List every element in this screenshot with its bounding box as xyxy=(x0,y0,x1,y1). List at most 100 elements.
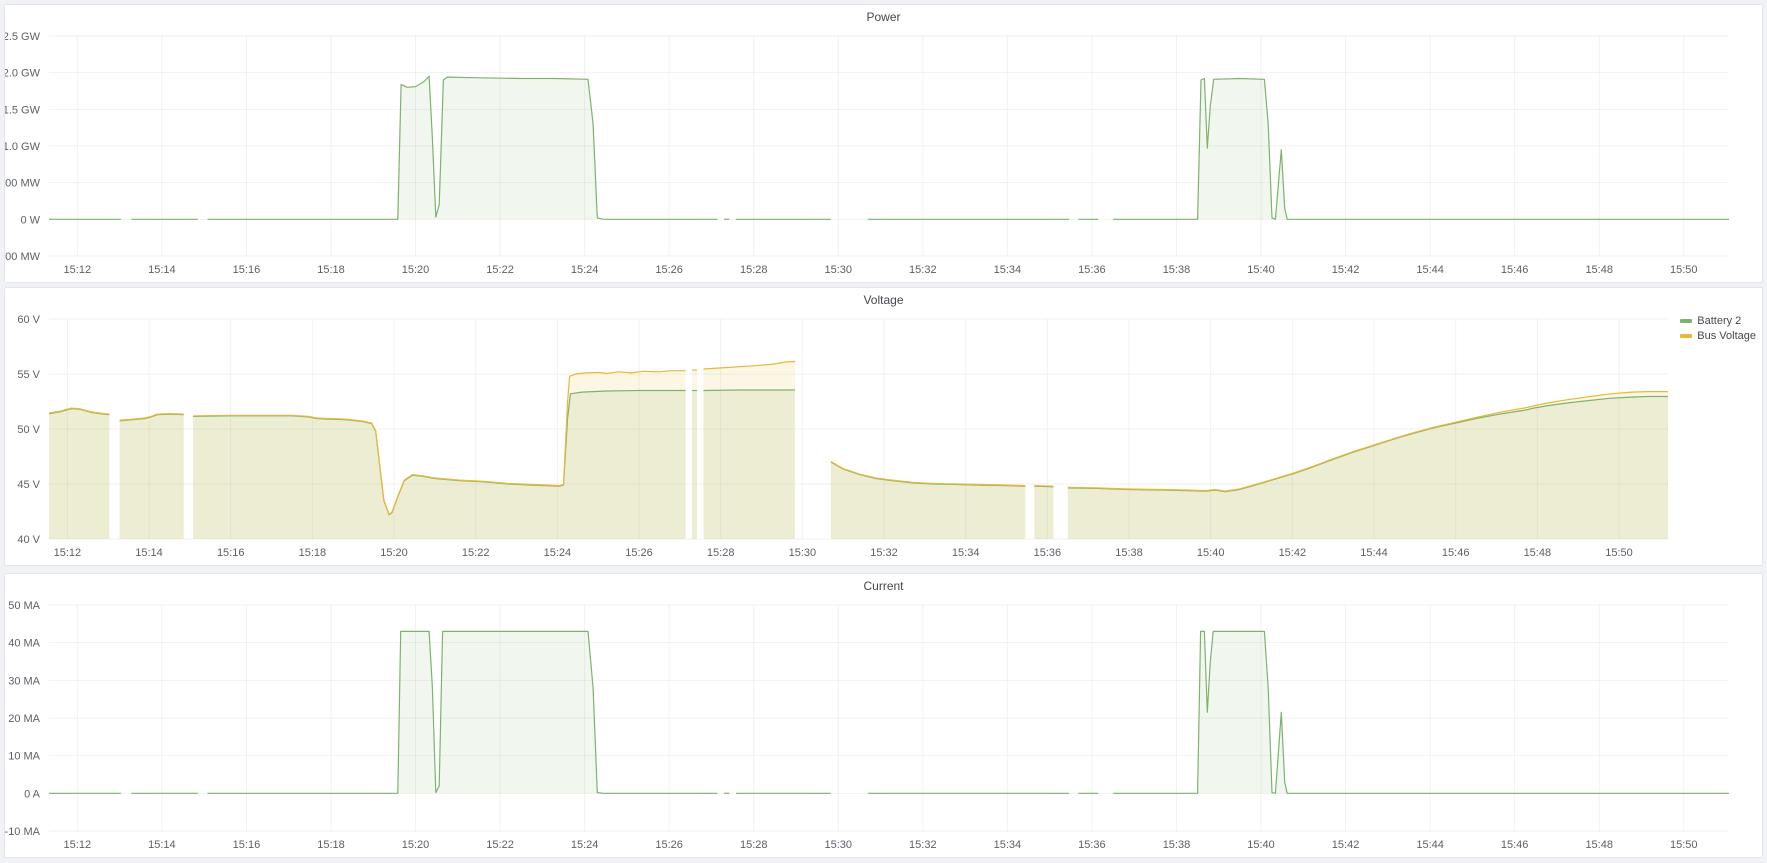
x-tick-label: 15:26 xyxy=(655,264,683,276)
panel-power: Power 2.5 GW2.0 GW1.5 GW1.0 GW500 MW0 W-… xyxy=(4,4,1763,283)
x-tick-label: 15:28 xyxy=(707,547,735,559)
legend-item[interactable]: Battery 2 xyxy=(1680,314,1756,328)
series-line xyxy=(1034,486,1053,487)
current-chart[interactable]: 50 MA40 MA30 MA20 MA10 MA0 A-10 MA15:121… xyxy=(5,598,1762,857)
x-tick-label: 15:12 xyxy=(54,547,82,559)
x-tick-label: 15:16 xyxy=(233,264,261,276)
x-tick-label: 15:40 xyxy=(1247,839,1275,851)
y-tick-label: 55 V xyxy=(17,369,40,381)
x-tick-label: 15:14 xyxy=(135,547,163,559)
series-area xyxy=(831,462,1025,540)
panel-title-current[interactable]: Current xyxy=(5,574,1762,598)
legend-swatch-icon xyxy=(1680,334,1692,338)
series-area xyxy=(120,414,184,539)
legend: Battery 2 Bus Voltage xyxy=(1680,314,1756,343)
x-tick-label: 15:30 xyxy=(789,547,817,559)
x-tick-label: 15:40 xyxy=(1197,547,1225,559)
y-tick-label: 20 MA xyxy=(8,713,40,725)
x-tick-label: 15:34 xyxy=(952,547,980,559)
x-tick-label: 15:44 xyxy=(1360,547,1388,559)
x-tick-label: 15:50 xyxy=(1605,547,1633,559)
x-tick-label: 15:14 xyxy=(148,264,176,276)
power-chart[interactable]: 2.5 GW2.0 GW1.5 GW1.0 GW500 MW0 W-500 MW… xyxy=(5,29,1762,282)
x-tick-label: 15:32 xyxy=(909,839,937,851)
x-tick-label: 15:40 xyxy=(1247,264,1275,276)
panel-current: Current 50 MA40 MA30 MA20 MA10 MA0 A-10 … xyxy=(4,573,1763,858)
legend-label: Battery 2 xyxy=(1697,315,1741,327)
x-tick-label: 15:42 xyxy=(1332,839,1360,851)
legend-label: Bus Voltage xyxy=(1697,330,1756,342)
x-tick-label: 15:20 xyxy=(380,547,408,559)
x-tick-label: 15:46 xyxy=(1501,839,1529,851)
x-tick-label: 15:18 xyxy=(317,839,345,851)
y-tick-label: 500 MW xyxy=(5,178,41,190)
x-tick-label: 15:50 xyxy=(1670,264,1698,276)
x-tick-label: 15:30 xyxy=(825,839,853,851)
voltage-chart[interactable]: 60 V 55 V 50 V 45 V 40 V 15:12 15:14 15:16 15:18… xyxy=(5,312,1762,565)
y-tick-label: 40 MA xyxy=(8,638,40,650)
x-tick-label: 15:12 xyxy=(64,264,92,276)
chart-svg: 50 MA40 MA30 MA20 MA10 MA0 A-10 MA15:121… xyxy=(5,598,1762,857)
x-tick-label: 15:32 xyxy=(909,264,937,276)
legend-swatch-icon xyxy=(1680,319,1692,323)
y-tick-label: -10 MA xyxy=(5,826,41,838)
x-tick-label: 15:22 xyxy=(486,839,514,851)
x-tick-label: 15:24 xyxy=(544,547,572,559)
x-tick-label: 15:48 xyxy=(1585,264,1613,276)
x-tick-label: 15:24 xyxy=(571,264,599,276)
x-tick-label: 15:38 xyxy=(1163,264,1191,276)
x-tick-label: 15:38 xyxy=(1163,839,1191,851)
x-tick-label: 15:16 xyxy=(217,547,245,559)
series-line xyxy=(704,390,796,391)
x-tick-label: 15:22 xyxy=(462,547,490,559)
panel-title-voltage[interactable]: Voltage xyxy=(5,288,1762,312)
x-tick-label: 15:38 xyxy=(1115,547,1143,559)
x-tick-label: 15:18 xyxy=(299,547,327,559)
y-tick-label: 50 V xyxy=(17,424,40,436)
y-tick-label: -500 MW xyxy=(5,251,41,263)
panel-title-power[interactable]: Power xyxy=(5,5,1762,29)
x-tick-label: 15:42 xyxy=(1279,547,1307,559)
series-area xyxy=(193,371,685,539)
y-tick-label: 2.5 GW xyxy=(5,31,41,43)
chart-svg: 60 V 55 V 50 V 45 V 40 V 15:12 15:14 15:16 15:18… xyxy=(5,312,1762,565)
x-tick-label: 15:48 xyxy=(1585,839,1613,851)
x-tick-label: 15:50 xyxy=(1670,839,1698,851)
x-tick-label: 15:32 xyxy=(870,547,898,559)
x-tick-label: 15:34 xyxy=(994,839,1022,851)
y-tick-label: 30 MA xyxy=(8,675,40,687)
x-tick-label: 15:36 xyxy=(1034,547,1062,559)
y-tick-label: 45 V xyxy=(17,479,40,491)
chart-svg: 2.5 GW2.0 GW1.5 GW1.0 GW500 MW0 W-500 MW… xyxy=(5,29,1762,282)
x-tick-label: 15:48 xyxy=(1524,547,1552,559)
x-tick-label: 15:42 xyxy=(1332,264,1360,276)
x-tick-label: 15:36 xyxy=(1078,264,1106,276)
y-tick-label: 60 V xyxy=(17,314,40,326)
x-tick-label: 15:26 xyxy=(655,839,683,851)
x-tick-label: 15:14 xyxy=(148,839,176,851)
x-tick-label: 15:34 xyxy=(994,264,1022,276)
dashboard: Power 2.5 GW2.0 GW1.5 GW1.0 GW500 MW0 W-… xyxy=(0,0,1767,858)
y-tick-label: 40 V xyxy=(17,534,40,546)
y-tick-label: 50 MA xyxy=(8,600,40,612)
x-tick-label: 15:22 xyxy=(486,264,514,276)
x-tick-label: 15:46 xyxy=(1501,264,1529,276)
y-tick-label: 10 MA xyxy=(8,751,40,763)
series-area xyxy=(692,370,697,539)
x-tick-label: 15:18 xyxy=(317,264,345,276)
y-tick-label: 0 W xyxy=(20,214,40,226)
x-tick-label: 15:24 xyxy=(571,839,599,851)
x-tick-label: 15:46 xyxy=(1442,547,1470,559)
x-tick-label: 15:28 xyxy=(740,839,768,851)
panel-voltage: Voltage 60 V 55 V 50 V 45 V 40 V 15:12 15:14 15… xyxy=(4,287,1763,566)
x-tick-label: 15:28 xyxy=(740,264,768,276)
y-tick-label: 2.0 GW xyxy=(5,68,41,80)
series-area xyxy=(1068,392,1668,539)
x-tick-label: 15:36 xyxy=(1078,839,1106,851)
y-tick-label: 1.0 GW xyxy=(5,141,41,153)
legend-item[interactable]: Bus Voltage xyxy=(1680,329,1756,343)
series-area xyxy=(208,631,718,793)
series-area xyxy=(49,408,109,539)
x-tick-label: 15:30 xyxy=(825,264,853,276)
x-tick-label: 15:12 xyxy=(64,839,92,851)
